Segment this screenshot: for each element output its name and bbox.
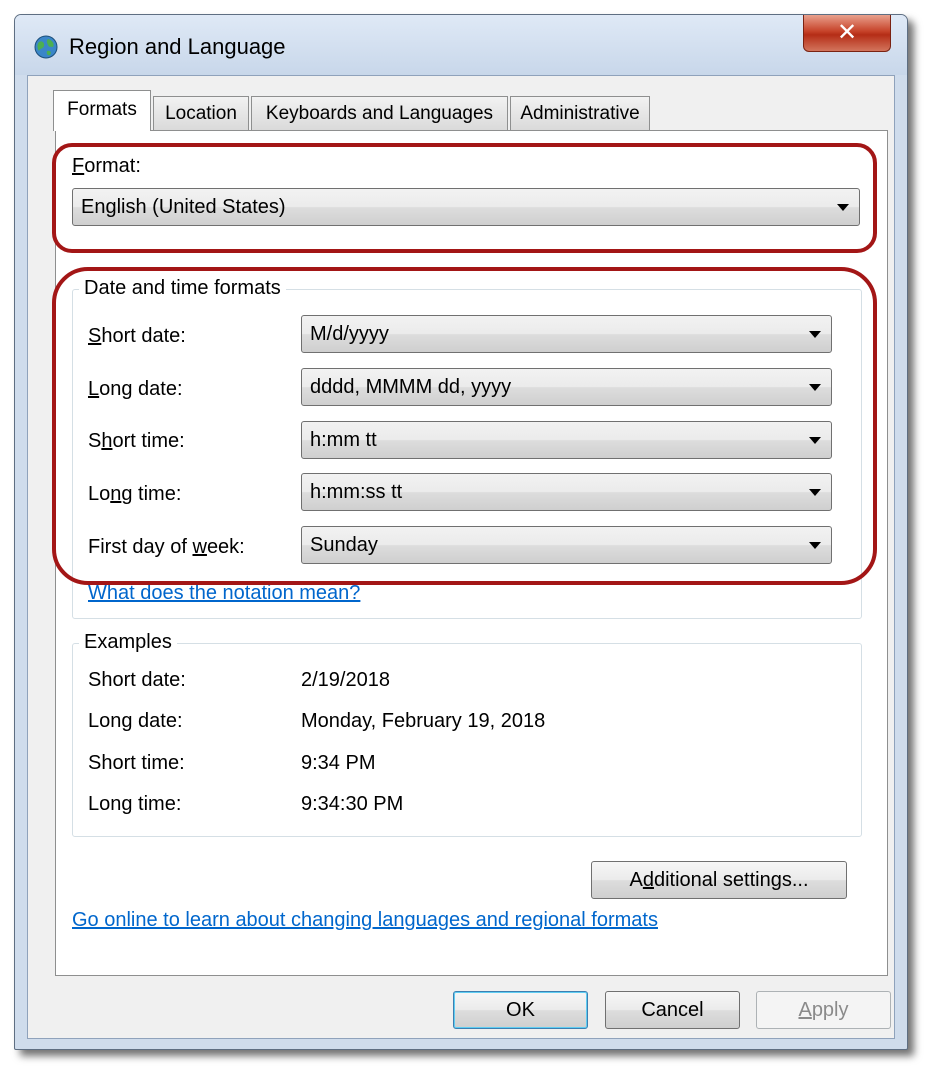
chevron-down-icon: [837, 204, 849, 211]
chevron-down-icon: [809, 437, 821, 444]
chevron-down-icon: [809, 542, 821, 549]
example-long-time-value: 9:34:30 PM: [301, 793, 404, 815]
example-short-time-label: Short time:: [88, 752, 185, 774]
long-time-value: h:mm:ss tt: [310, 481, 403, 503]
close-button[interactable]: ✕: [803, 15, 891, 52]
date-time-formats-title: Date and time formats: [79, 277, 286, 300]
example-short-date-label: Short date:: [88, 669, 186, 691]
chevron-down-icon: [809, 489, 821, 496]
long-time-label: Long time:: [88, 483, 182, 505]
format-dropdown[interactable]: English (United States): [72, 188, 860, 226]
apply-button[interactable]: Apply: [756, 991, 891, 1029]
long-date-label: Long date:: [88, 378, 183, 400]
notation-help-link[interactable]: What does the notation mean?: [88, 582, 360, 605]
formats-tab-panel: Format: English (United States) Date and…: [52, 130, 888, 976]
short-time-dropdown[interactable]: h:mm tt: [301, 421, 832, 459]
tab-keyboards-label: Keyboards and Languages: [265, 103, 494, 124]
tab-administrative-label: Administrative: [520, 103, 640, 124]
first-day-of-week-label: First day of week:: [88, 536, 245, 558]
format-value: English (United States): [81, 196, 286, 218]
short-date-dropdown[interactable]: M/d/yyyy: [301, 315, 832, 353]
additional-settings-button[interactable]: Additional settings...: [591, 861, 847, 899]
long-time-dropdown[interactable]: h:mm:ss tt: [301, 473, 832, 511]
examples-title: Examples: [79, 631, 177, 654]
dialog-client-area: Formats Location Keyboards and Languages…: [27, 75, 895, 1039]
chevron-down-icon: [809, 331, 821, 338]
short-date-value: M/d/yyyy: [310, 323, 389, 345]
title-bar: Region and Language ✕: [15, 15, 907, 75]
online-help-link[interactable]: Go online to learn about changing langua…: [72, 909, 658, 932]
examples-group: [72, 643, 862, 837]
region-and-language-window: Region and Language ✕ Formats Location K…: [14, 14, 908, 1050]
chevron-down-icon: [809, 384, 821, 391]
tab-location-label: Location: [165, 103, 237, 124]
tab-formats-label: Formats: [67, 99, 137, 120]
format-label: Format:: [72, 155, 141, 177]
example-long-time-label: Long time:: [88, 793, 182, 815]
short-time-label: Short time:: [88, 430, 185, 452]
example-short-time-value: 9:34 PM: [301, 752, 376, 774]
tab-formats[interactable]: Formats: [53, 90, 151, 131]
short-time-value: h:mm tt: [310, 429, 377, 451]
tab-administrative[interactable]: Administrative: [510, 96, 650, 130]
tab-location[interactable]: Location: [153, 96, 249, 130]
short-date-label: Short date:: [88, 325, 186, 347]
first-day-of-week-value: Sunday: [310, 534, 378, 556]
first-day-of-week-dropdown[interactable]: Sunday: [301, 526, 832, 564]
globe-icon: [34, 35, 58, 59]
example-short-date-value: 2/19/2018: [301, 669, 390, 691]
cancel-button[interactable]: Cancel: [605, 991, 740, 1029]
window-title: Region and Language: [69, 34, 286, 59]
tab-keyboards-and-languages[interactable]: Keyboards and Languages: [251, 96, 508, 130]
close-icon: ✕: [836, 18, 858, 46]
example-long-date-value: Monday, February 19, 2018: [301, 710, 546, 732]
example-long-date-label: Long date:: [88, 710, 183, 732]
long-date-value: dddd, MMMM dd, yyyy: [310, 376, 512, 398]
long-date-dropdown[interactable]: dddd, MMMM dd, yyyy: [301, 368, 832, 406]
ok-button[interactable]: OK: [453, 991, 588, 1029]
